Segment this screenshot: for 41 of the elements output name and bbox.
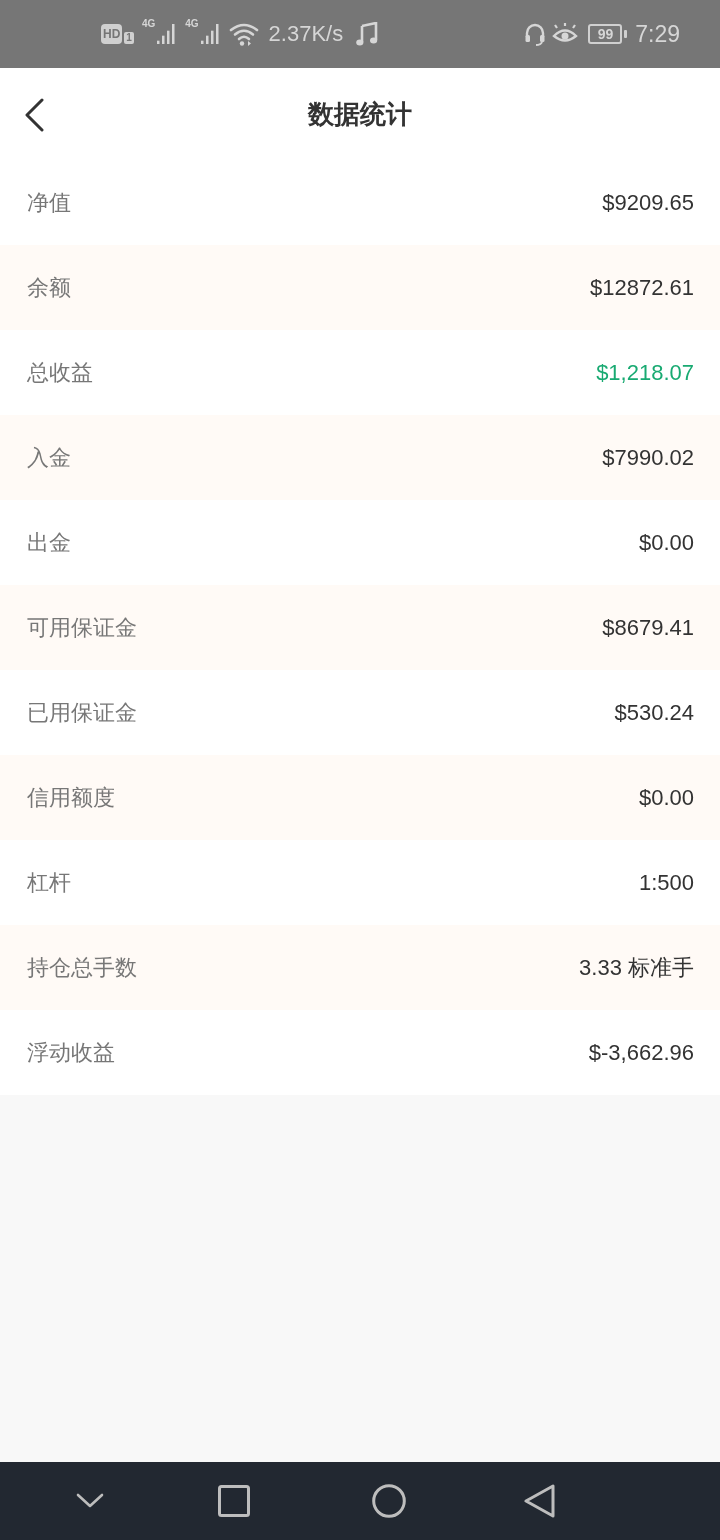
- stat-value: $8679.41: [602, 614, 694, 641]
- page-title: 数据统计: [308, 97, 412, 131]
- stat-label: 持仓总手数: [27, 953, 137, 982]
- network-type-label: 4G: [185, 19, 199, 29]
- battery-indicator: 99: [587, 24, 628, 44]
- sim-badge: 1: [124, 32, 134, 44]
- status-time: 7:29: [635, 20, 680, 48]
- stat-value: $0.00: [638, 784, 694, 811]
- stat-label: 信用额度: [27, 783, 115, 812]
- music-note-icon: [356, 22, 379, 46]
- stat-label: 浮动收益: [27, 1038, 115, 1067]
- stat-value: $-3,662.96: [588, 1039, 694, 1066]
- back-triangle-icon[interactable]: [524, 1484, 556, 1518]
- stat-value: $1,218.07: [596, 359, 694, 386]
- eye-icon: [551, 23, 578, 45]
- stat-label: 净值: [27, 188, 71, 217]
- wifi-icon: [228, 22, 259, 46]
- home-icon[interactable]: [372, 1484, 406, 1518]
- stat-value: $12872.61: [590, 274, 694, 301]
- stat-label: 杠杆: [27, 868, 71, 897]
- stat-label: 余额: [27, 273, 71, 302]
- stat-label: 入金: [27, 443, 71, 472]
- stat-value: $7990.02: [602, 444, 694, 471]
- hd-badge: HD: [101, 24, 123, 44]
- headset-icon: [523, 22, 546, 46]
- signal-icon: [200, 23, 221, 45]
- stat-value: $9209.65: [602, 189, 694, 216]
- stat-label: 可用保证金: [27, 613, 137, 642]
- stat-label: 已用保证金: [27, 698, 137, 727]
- stat-value: 3.33 标准手: [579, 953, 694, 982]
- chevron-down-icon[interactable]: [76, 1493, 104, 1509]
- recent-apps-icon[interactable]: [218, 1485, 250, 1517]
- stat-value: $530.24: [614, 699, 694, 726]
- stat-label: 总收益: [27, 358, 93, 387]
- back-icon[interactable]: [24, 98, 44, 132]
- signal-icon: [157, 23, 178, 45]
- stat-label: 出金: [27, 528, 71, 557]
- network-type-label: 4G: [141, 19, 156, 29]
- stat-value: 1:500: [638, 869, 694, 896]
- network-speed: 2.37K/s: [268, 21, 344, 47]
- stat-value: $0.00: [638, 529, 694, 556]
